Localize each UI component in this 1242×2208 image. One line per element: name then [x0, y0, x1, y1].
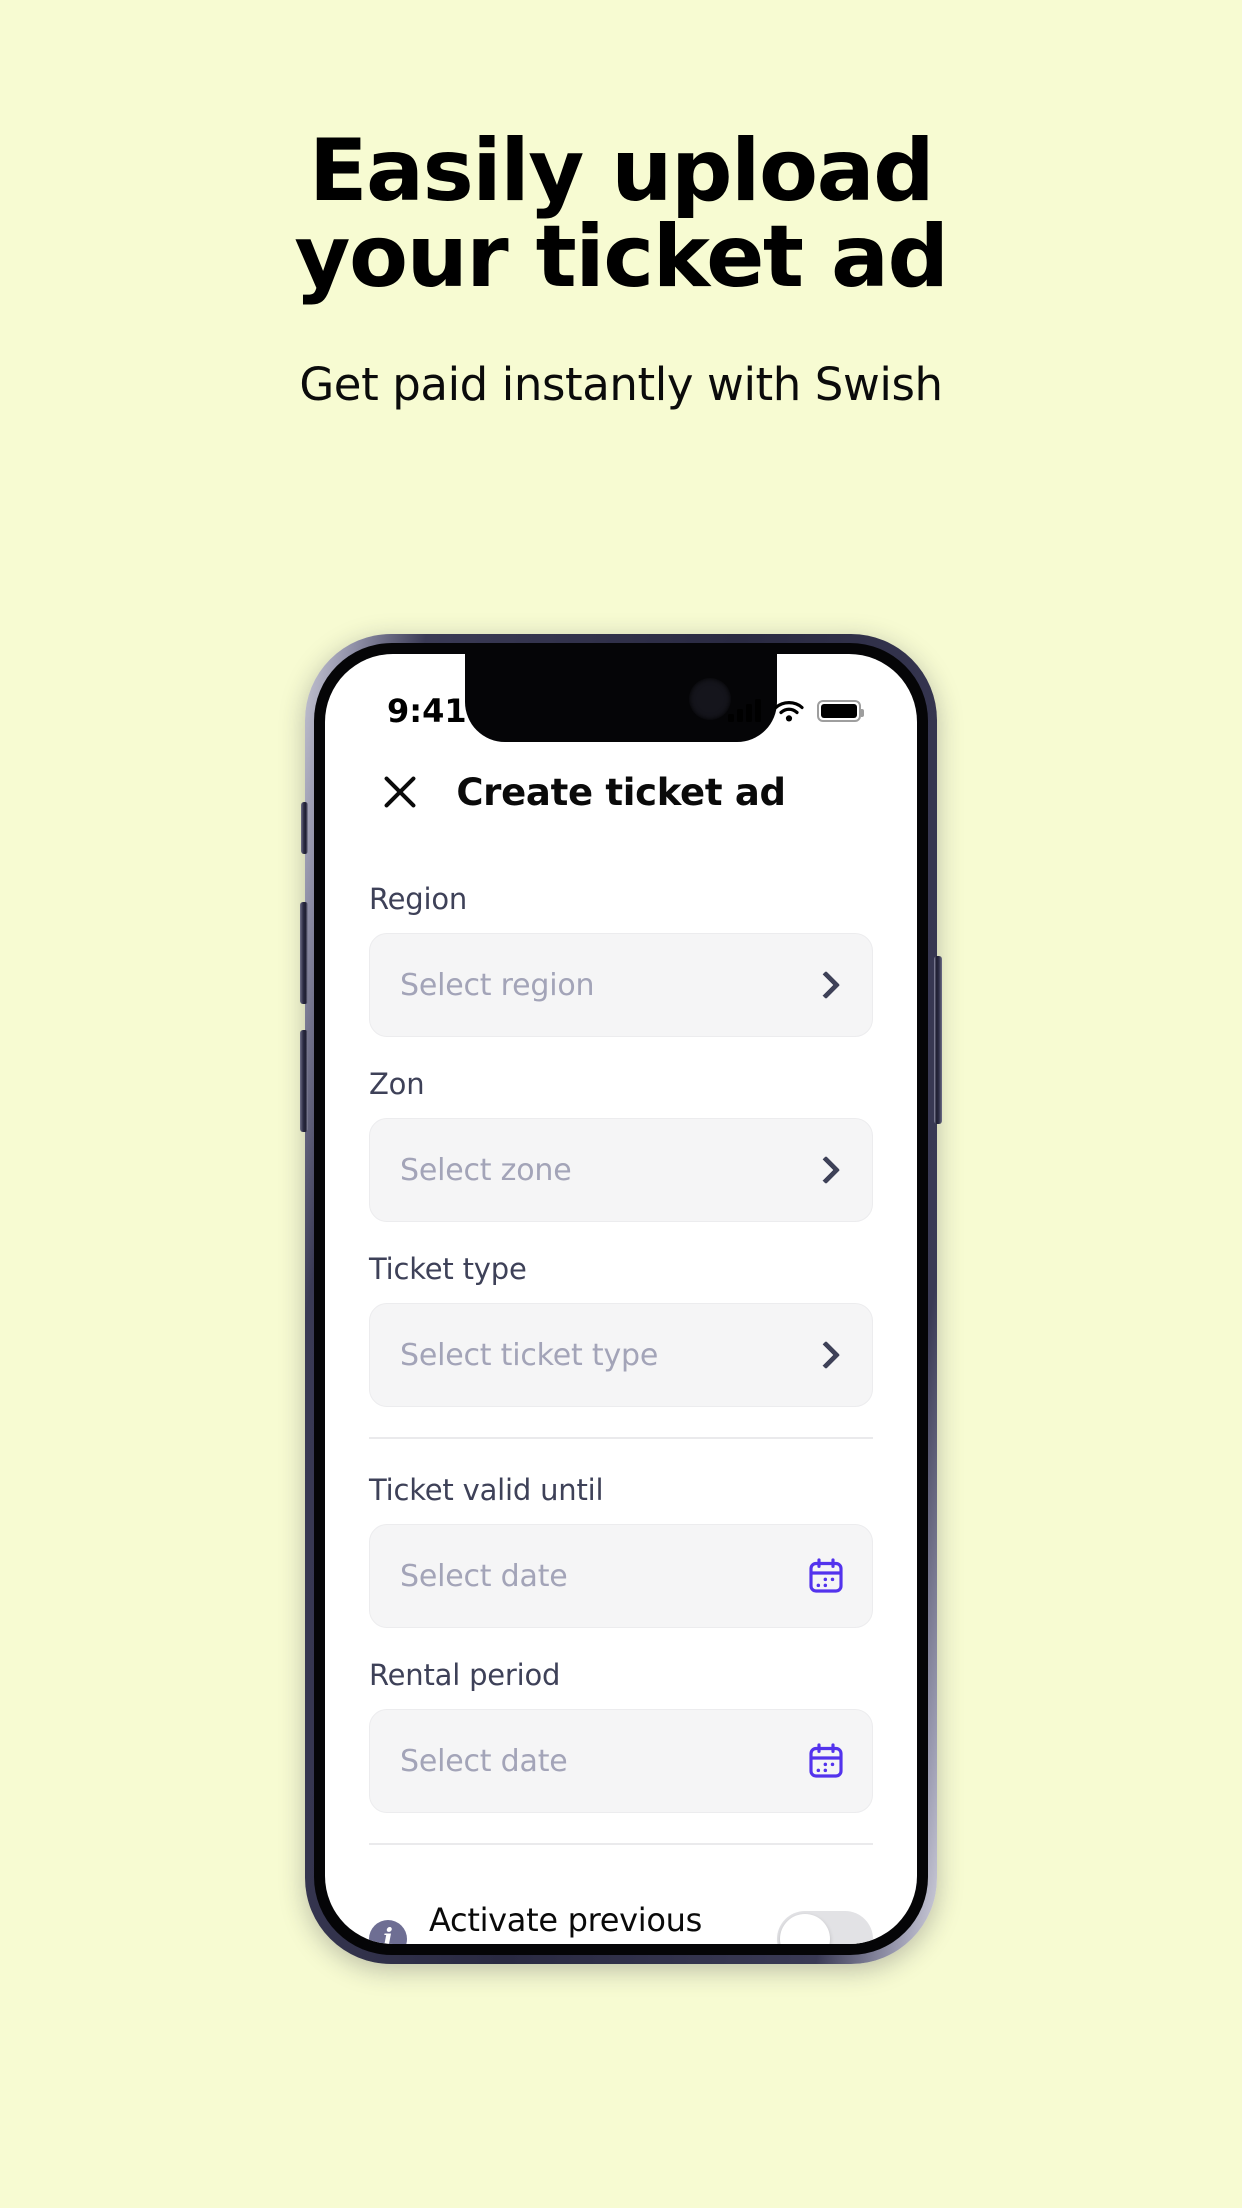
calendar-icon — [809, 1743, 843, 1778]
field-rental-period: Rental period Select date — [369, 1658, 873, 1813]
page-title: Easily upload your ticket ad — [0, 128, 1242, 300]
phone-volume-up-button[interactable] — [300, 902, 308, 1004]
page-title-line-1: Easily upload — [308, 121, 935, 221]
field-ticket-valid-until: Ticket valid until Select date — [369, 1473, 873, 1628]
page-title-line-2: your ticket ad — [294, 207, 949, 307]
phone-screen: 9:41 Create ticket ad Region Select regi… — [325, 654, 917, 1944]
select-zone-placeholder: Select zone — [400, 1152, 572, 1188]
cellular-signal-icon — [728, 699, 761, 722]
field-label-region: Region — [369, 882, 468, 916]
field-label-rental-period: Rental period — [369, 1658, 561, 1692]
activate-previous-buyers-label: Activate previous buyers — [429, 1901, 703, 1944]
status-bar-icons — [728, 699, 864, 722]
phone-power-button[interactable] — [934, 956, 942, 1124]
promo-section: Easily upload your ticket ad Get paid in… — [0, 0, 1242, 411]
select-valid-until-date[interactable]: Select date — [369, 1524, 873, 1628]
activate-previous-buyers-toggle[interactable] — [777, 1911, 873, 1944]
calendar-icon — [809, 1558, 843, 1593]
field-ticket-type: Ticket type Select ticket type — [369, 1252, 873, 1407]
chevron-right-icon — [811, 1155, 841, 1185]
select-valid-until-date-placeholder: Select date — [400, 1558, 568, 1594]
phone-silence-switch[interactable] — [301, 802, 308, 854]
select-region[interactable]: Select region — [369, 933, 873, 1037]
field-label-ticket-valid-until: Ticket valid until — [369, 1473, 604, 1507]
select-ticket-type-placeholder: Select ticket type — [400, 1337, 659, 1373]
page-subtitle: Get paid instantly with Swish — [299, 358, 943, 411]
close-icon[interactable] — [377, 769, 423, 815]
select-zone[interactable]: Select zone — [369, 1118, 873, 1222]
select-region-placeholder: Select region — [400, 967, 595, 1003]
select-rental-period-date[interactable]: Select date — [369, 1709, 873, 1813]
create-ticket-form: Region Select region Zon Select zone Tic… — [325, 838, 917, 1944]
status-bar-time: 9:41 — [387, 692, 467, 730]
field-zone: Zon Select zone — [369, 1067, 873, 1222]
info-icon[interactable]: i — [369, 1920, 407, 1944]
field-label-zone: Zon — [369, 1067, 425, 1101]
phone-volume-down-button[interactable] — [300, 1030, 308, 1132]
field-region: Region Select region — [369, 882, 873, 1037]
chevron-right-icon — [811, 970, 841, 1000]
battery-icon — [817, 700, 864, 722]
chevron-right-icon — [811, 1340, 841, 1370]
status-bar: 9:41 — [325, 654, 917, 746]
toggle-knob — [780, 1914, 830, 1944]
activate-previous-buyers-row: i Activate previous buyers — [369, 1879, 873, 1944]
select-ticket-type[interactable]: Select ticket type — [369, 1303, 873, 1407]
form-divider-1 — [369, 1437, 873, 1439]
wifi-icon — [774, 701, 804, 722]
field-label-ticket-type: Ticket type — [369, 1252, 527, 1286]
app-header: Create ticket ad — [325, 746, 917, 838]
select-rental-period-date-placeholder: Select date — [400, 1743, 568, 1779]
phone-mockup: 9:41 Create ticket ad Region Select regi… — [300, 634, 942, 1964]
form-divider-2 — [369, 1843, 873, 1845]
